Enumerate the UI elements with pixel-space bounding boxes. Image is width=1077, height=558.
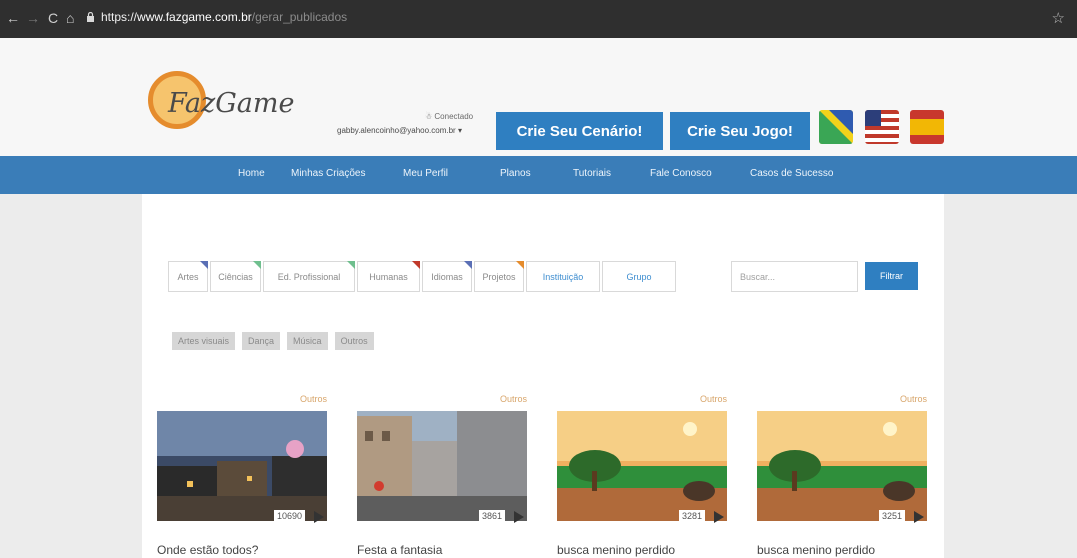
subtag-musica[interactable]: Música [287,332,328,350]
corner-marker-icon [464,261,472,269]
tab-label: Ed. Profissional [277,271,341,282]
url-scheme: https:// [101,10,138,24]
card-title[interactable]: Festa a fantasia [357,543,442,557]
nav-success-cases[interactable]: Casos de Sucesso [750,168,833,179]
game-thumbnail[interactable] [557,411,727,521]
nav-home[interactable]: Home [238,168,265,179]
card-category: Outros [699,394,727,404]
category-tabs: Artes Ciências Ed. Profissional Humanas … [168,261,678,292]
spain-flag-icon[interactable] [910,110,944,144]
forward-arrow-icon[interactable]: → [26,10,40,26]
chevron-down-icon: ▾ [457,126,462,135]
tab-artes[interactable]: Artes [168,261,208,292]
user-icon: ☃ [425,112,433,121]
tab-humanas[interactable]: Humanas [357,261,420,292]
tab-label: Humanas [369,271,408,282]
corner-marker-icon [200,261,208,269]
tab-label: Ciências [218,271,253,282]
corner-marker-icon [253,261,261,269]
card-title[interactable]: Onde estão todos? [157,543,258,557]
reload-icon[interactable]: C [48,10,58,26]
logo[interactable]: FazGame [148,71,318,141]
play-icon[interactable] [714,511,724,523]
play-icon[interactable] [914,511,924,523]
tab-instituicao[interactable]: Instituição [526,261,600,292]
nav-plans[interactable]: Planos [500,168,531,179]
card-category: Outros [499,394,527,404]
play-icon[interactable] [514,511,524,523]
brazil-flag-icon[interactable] [819,110,853,144]
subcategory-tags: Artes visuais Dança Música Outros [172,332,374,350]
play-count: 10690 [273,510,305,522]
usa-flag-icon[interactable] [865,110,899,144]
user-menu[interactable]: gabby.alencoinho@yahoo.com.br ▾ [337,126,462,135]
tab-projetos[interactable]: Projetos [474,261,524,292]
user-status: ☃ Conectado [425,112,473,121]
lock-icon [87,12,94,22]
corner-marker-icon [347,261,355,269]
tab-idiomas[interactable]: Idiomas [422,261,472,292]
subtag-danca[interactable]: Dança [242,332,281,350]
game-thumbnail[interactable] [757,411,927,521]
card-title[interactable]: busca menino perdido [557,543,675,557]
corner-marker-icon [412,261,420,269]
card-category: Outros [299,394,327,404]
back-arrow-icon[interactable]: ← [6,10,20,26]
nav-contact[interactable]: Fale Conosco [650,168,712,179]
bookmark-star-icon[interactable]: ☆ [1052,9,1065,27]
user-status-label: Conectado [434,112,474,121]
game-card[interactable]: Outros 3861 Festa a fantasia [357,394,527,558]
search-input[interactable]: Buscar... [731,261,858,292]
tab-label: Idiomas [431,271,463,282]
game-thumbnail[interactable] [357,411,527,521]
tab-ed-profissional[interactable]: Ed. Profissional [263,261,355,292]
subtag-outros[interactable]: Outros [334,332,374,350]
game-card[interactable]: Outros 10690 Onde estão todos? [157,394,327,558]
url-path: /gerar_publicados [251,10,348,24]
game-card[interactable]: Outros 3281 busca menino perdido [557,394,727,558]
card-title[interactable]: busca menino perdido [757,543,875,557]
browser-toolbar: ← → C ⌂ https://www.fazgame.com.br/gerar… [0,0,1077,38]
tab-label: Projetos [482,271,516,282]
filter-button[interactable]: Filtrar [865,262,918,290]
game-thumbnail[interactable] [157,411,327,521]
user-email: gabby.alencoinho@yahoo.com.br [337,126,456,135]
nav-profile[interactable]: Meu Perfil [403,168,448,179]
nav-my-creations[interactable]: Minhas Criações [291,168,365,179]
nav-tutorials[interactable]: Tutoriais [573,168,611,179]
play-count: 3861 [478,510,505,522]
play-icon[interactable] [314,511,324,523]
logo-text: FazGame [168,88,295,119]
play-count: 3281 [678,510,705,522]
corner-marker-icon [516,261,524,269]
play-count: 3251 [878,510,905,522]
tab-label: Artes [177,271,199,282]
create-scenario-button[interactable]: Crie Seu Cenário! [496,112,663,150]
create-game-button[interactable]: Crie Seu Jogo! [670,112,810,150]
tab-ciencias[interactable]: Ciências [210,261,261,292]
tab-grupo[interactable]: Grupo [602,261,676,292]
url-host: www.fazgame.com.br [137,10,252,24]
game-card[interactable]: Outros 3251 busca menino perdido [757,394,927,558]
home-icon[interactable]: ⌂ [66,10,74,26]
card-category: Outros [899,394,927,404]
subtag-artes-visuais[interactable]: Artes visuais [172,332,236,350]
address-bar[interactable]: https://www.fazgame.com.br/gerar_publica… [101,10,347,24]
main-navigation: Home Minhas Criações Meu Perfil Planos T… [0,156,1077,194]
